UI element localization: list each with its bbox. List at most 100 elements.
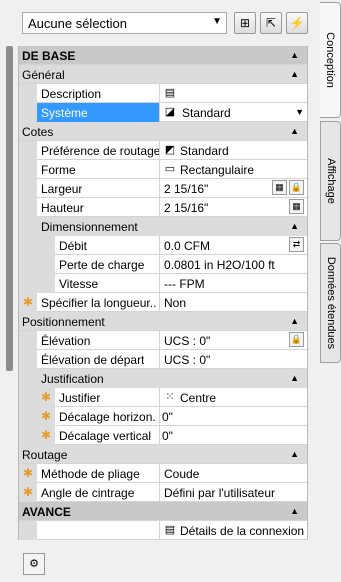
- section-de-base[interactable]: DE BASE ▲: [19, 46, 307, 65]
- tab-conception[interactable]: Conception: [320, 2, 341, 118]
- collapse-icon[interactable]: ▲: [290, 506, 299, 516]
- category-positionnement[interactable]: Positionnement ▲: [19, 312, 307, 331]
- collapse-icon[interactable]: ▲: [290, 316, 299, 326]
- forme-value[interactable]: ▭ Rectangulaire: [159, 160, 307, 179]
- prop-angle-cintrage[interactable]: ✱ Angle de cintrage Défini par l'utilisa…: [19, 483, 307, 502]
- debit-value[interactable]: 0.0 CFM ⇄: [159, 236, 307, 255]
- prop-name: Débit: [59, 239, 88, 253]
- systeme-dropdown[interactable]: ◪ Standard ▼: [159, 103, 307, 122]
- tab-donnees-etendues[interactable]: Données étendues: [320, 243, 341, 363]
- prop-perte-charge[interactable]: Perte de charge 0.0801 in H2O/100 ft: [19, 255, 307, 274]
- prop-value: Rectangulaire: [180, 163, 255, 177]
- toggle-pickadd-icon[interactable]: ⚡: [286, 12, 308, 34]
- chevron-down-icon[interactable]: ▼: [295, 107, 304, 117]
- prop-value: Non: [164, 296, 187, 310]
- section-avance[interactable]: AVANCE ▲: [19, 502, 307, 521]
- prop-value: 0": [162, 429, 173, 443]
- prop-value: Centre: [180, 391, 217, 405]
- lock-icon[interactable]: 🔒: [289, 332, 304, 347]
- collapse-icon[interactable]: ▲: [290, 373, 299, 383]
- prop-details-connexion[interactable]: ▤ Détails de la connexion: [19, 521, 307, 540]
- largeur-value[interactable]: 2 15/16" ▦ 🔒: [159, 179, 307, 198]
- prop-forme[interactable]: Forme ▭ Rectangulaire: [19, 160, 307, 179]
- prop-preference-routage[interactable]: Préférence de routage ◩ Standard: [19, 141, 307, 160]
- top-toolbar: Aucune sélection ▼ ⊞ ⇱ ⚡: [22, 12, 319, 38]
- details-connexion-value[interactable]: ▤ Détails de la connexion: [159, 521, 307, 540]
- prop-debit[interactable]: Débit 0.0 CFM ⇄: [19, 236, 307, 255]
- quick-properties-icon[interactable]: ⚙: [23, 553, 45, 575]
- prop-name: Vitesse: [59, 277, 99, 291]
- prop-elevation-depart[interactable]: Élévation de départ UCS : 0": [19, 350, 307, 369]
- methode-pliage-value[interactable]: Coude: [159, 464, 307, 483]
- prop-name: Spécifier la longueur...: [41, 296, 157, 310]
- section-title: AVANCE: [22, 505, 71, 519]
- prop-name: Hauteur: [41, 201, 84, 215]
- decalage-horizontal-value[interactable]: 0": [159, 407, 307, 426]
- prop-value: --- FPM: [164, 277, 205, 291]
- group-justification[interactable]: Justification ▲: [19, 369, 307, 388]
- prop-name: Angle de cintrage: [41, 486, 135, 500]
- selection-dropdown[interactable]: Aucune sélection ▼: [22, 12, 227, 34]
- prop-justifier[interactable]: ✱ Justifier ⁙ Centre: [19, 388, 307, 407]
- prop-vitesse[interactable]: Vitesse --- FPM: [19, 274, 307, 293]
- prop-description[interactable]: Description ▤: [19, 84, 307, 103]
- vertical-scrollbar[interactable]: [6, 46, 13, 371]
- prop-name: Largeur: [41, 182, 83, 196]
- prop-methode-pliage[interactable]: ✱ Méthode de pliage Coude: [19, 464, 307, 483]
- perte-charge-value: 0.0801 in H2O/100 ft: [159, 255, 307, 274]
- group-dimensionnement[interactable]: Dimensionnement ▲: [19, 217, 307, 236]
- prop-name: Forme: [41, 163, 76, 177]
- prop-value: 2 15/16": [164, 182, 209, 196]
- category-general[interactable]: Général ▲: [19, 65, 307, 84]
- selection-value: Aucune sélection: [28, 16, 128, 31]
- justification-grid-icon: ⁙: [165, 391, 175, 403]
- size-list-icon[interactable]: ▦: [272, 180, 287, 195]
- elevation-value[interactable]: UCS : 0" 🔒: [159, 331, 307, 350]
- prop-value: Coude: [164, 467, 200, 481]
- decalage-vertical-value[interactable]: 0": [159, 426, 307, 445]
- collapse-icon[interactable]: ▲: [290, 449, 299, 459]
- prop-value: 0.0 CFM: [164, 239, 211, 253]
- category-title: Cotes: [22, 125, 54, 139]
- chevron-down-icon: ▼: [212, 16, 222, 27]
- size-list-icon[interactable]: ▦: [289, 199, 304, 214]
- prop-systeme[interactable]: Système ◪ Standard ▼: [19, 103, 307, 122]
- prop-decalage-horizontal[interactable]: ✱ Décalage horizon... 0": [19, 407, 307, 426]
- calculator-icon[interactable]: ⇄: [289, 237, 304, 252]
- preference-routage-value[interactable]: ◩ Standard: [159, 141, 307, 160]
- elevation-depart-value[interactable]: UCS : 0": [159, 350, 307, 369]
- prop-name: Méthode de pliage: [41, 467, 140, 481]
- tab-affichage[interactable]: Affichage: [320, 121, 341, 241]
- category-cotes[interactable]: Cotes ▲: [19, 122, 307, 141]
- specifier-longueur-value[interactable]: Non: [159, 293, 307, 312]
- prop-specifier-longueur[interactable]: ✱ Spécifier la longueur... Non: [19, 293, 307, 312]
- prop-name: Élévation: [41, 334, 91, 348]
- connection-details-icon[interactable]: ▤: [163, 523, 177, 537]
- required-star-icon: ✱: [23, 466, 34, 480]
- justifier-value[interactable]: ⁙ Centre: [159, 388, 307, 407]
- description-value[interactable]: ▤: [159, 84, 307, 103]
- tab-label: Affichage: [324, 158, 337, 204]
- category-routage[interactable]: Routage ▲: [19, 445, 307, 464]
- description-editor-icon[interactable]: ▤: [163, 86, 177, 100]
- prop-hauteur[interactable]: Hauteur 2 15/16" ▦: [19, 198, 307, 217]
- angle-cintrage-value[interactable]: Défini par l'utilisateur: [159, 483, 307, 502]
- select-objects-icon[interactable]: ⊞: [234, 12, 256, 34]
- tab-label: Conception: [324, 32, 336, 88]
- collapse-icon[interactable]: ▲: [290, 50, 299, 60]
- prop-elevation[interactable]: Élévation UCS : 0" 🔒: [19, 331, 307, 350]
- hauteur-value[interactable]: 2 15/16" ▦: [159, 198, 307, 217]
- tab-label: Données étendues: [324, 256, 337, 350]
- collapse-icon[interactable]: ▲: [290, 221, 299, 231]
- required-star-icon: ✱: [41, 390, 52, 404]
- rectangular-shape-icon: ▭: [164, 163, 176, 175]
- quick-select-icon[interactable]: ⇱: [260, 12, 282, 34]
- tab-strip: Conception Affichage Données étendues: [320, 0, 341, 582]
- required-star-icon: ✱: [41, 409, 52, 423]
- prop-decalage-vertical[interactable]: ✱ Décalage vertical 0": [19, 426, 307, 445]
- prop-largeur[interactable]: Largeur 2 15/16" ▦ 🔒: [19, 179, 307, 198]
- required-star-icon: ✱: [23, 295, 34, 309]
- lock-icon[interactable]: 🔒: [289, 180, 304, 195]
- collapse-icon[interactable]: ▲: [290, 126, 299, 136]
- collapse-icon[interactable]: ▲: [290, 69, 299, 79]
